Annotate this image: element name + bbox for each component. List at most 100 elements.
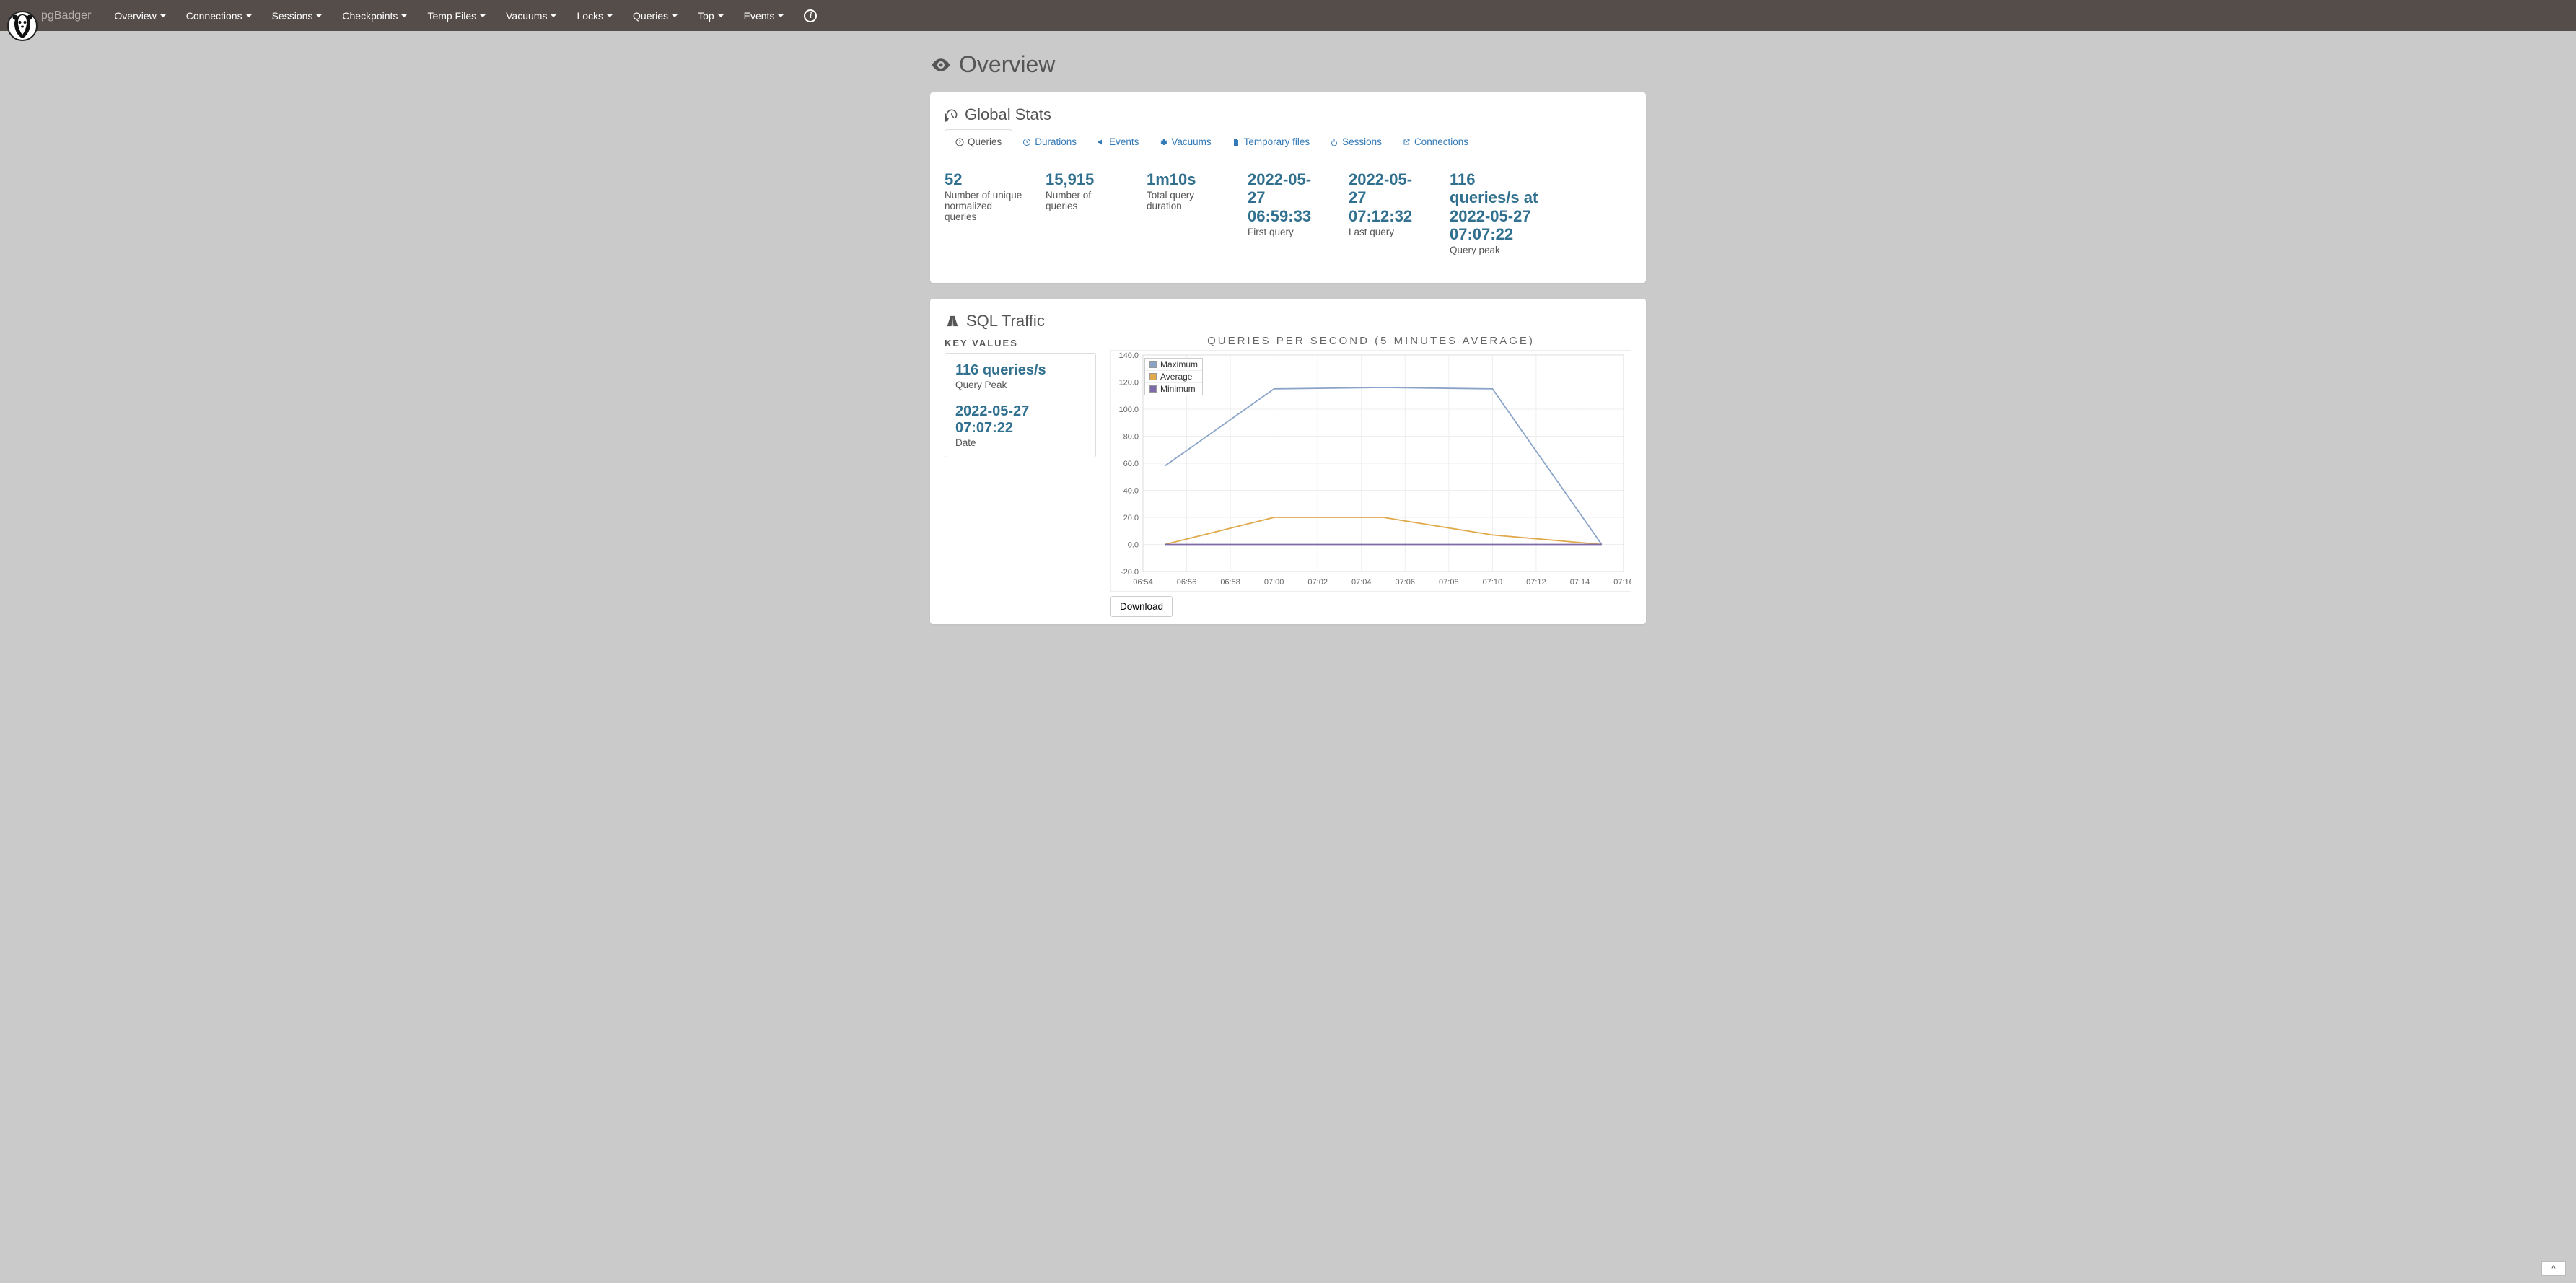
tab-queries[interactable]: ? Queries — [945, 129, 1012, 154]
stat-unique-queries: 52 Number of unique normalized queries — [945, 170, 1046, 255]
question-icon: ? — [955, 138, 964, 146]
kv-peak-value: 116 queries/s — [955, 362, 1085, 379]
stat-value: 2022-05-27 07:12:32 — [1349, 170, 1428, 225]
nav-locks[interactable]: Locks — [566, 0, 623, 31]
nav-overview[interactable]: Overview — [104, 0, 175, 31]
stat-value: 116 queries/s at 2022-05-27 07:07:22 — [1450, 170, 1543, 243]
svg-text:20.0: 20.0 — [1123, 514, 1139, 522]
tab-label: Sessions — [1342, 136, 1382, 147]
tab-label: Durations — [1035, 136, 1077, 147]
svg-text:07:08: 07:08 — [1439, 578, 1459, 587]
key-values-box: 116 queries/s Query Peak 2022-05-27 07:0… — [945, 353, 1096, 457]
page-title-text: Overview — [959, 51, 1055, 78]
page-title: Overview — [930, 51, 1646, 78]
caret-icon — [316, 14, 322, 17]
svg-text:?: ? — [958, 140, 961, 145]
svg-text:0.0: 0.0 — [1128, 541, 1139, 550]
caret-icon — [778, 14, 784, 17]
brand[interactable]: pgBadger — [11, 9, 91, 22]
nav-label: Checkpoints — [342, 10, 398, 22]
svg-text:07:14: 07:14 — [1570, 578, 1590, 587]
legend-minimum[interactable]: Minimum — [1145, 383, 1202, 395]
tab-durations[interactable]: Durations — [1012, 129, 1087, 154]
stat-value: 1m10s — [1147, 170, 1226, 188]
svg-text:60.0: 60.0 — [1123, 460, 1139, 468]
stat-first-query: 2022-05-27 06:59:33 First query — [1248, 170, 1349, 255]
caret-icon — [672, 14, 678, 17]
legend-average[interactable]: Average — [1145, 371, 1202, 383]
stat-label: Query peak — [1450, 245, 1543, 255]
sql-traffic-panel: SQL Traffic KEY VALUES 116 queries/s Que… — [930, 299, 1646, 624]
nav-top[interactable]: Top — [688, 0, 734, 31]
sql-traffic-title: SQL Traffic — [945, 312, 1631, 330]
tab-events[interactable]: Events — [1087, 129, 1149, 154]
nav-label: Temp Files — [427, 10, 476, 22]
gear-icon — [1159, 138, 1167, 146]
stat-label: First query — [1248, 227, 1327, 237]
road-icon — [945, 314, 960, 328]
nav-sessions[interactable]: Sessions — [262, 0, 333, 31]
kv-date-label: Date — [955, 437, 1085, 448]
caret-icon — [551, 14, 556, 17]
caret-icon — [160, 14, 166, 17]
caret-icon — [401, 14, 407, 17]
power-icon — [1330, 138, 1339, 146]
nav-label: Vacuums — [506, 10, 547, 22]
stat-label: Number of unique normalized queries — [945, 190, 1024, 222]
legend-swatch-icon — [1149, 373, 1157, 380]
stat-num-queries: 15,915 Number of queries — [1046, 170, 1147, 255]
back-to-top-button[interactable]: ^ — [2541, 1261, 2566, 1276]
svg-text:06:56: 06:56 — [1177, 578, 1197, 587]
tab-label: Queries — [968, 136, 1002, 147]
tab-sessions[interactable]: Sessions — [1320, 129, 1392, 154]
stat-value: 52 — [945, 170, 1024, 188]
tab-connections[interactable]: Connections — [1392, 129, 1478, 154]
kv-date-value: 2022-05-27 07:07:22 — [955, 403, 1085, 437]
tab-tempfiles[interactable]: Temporary files — [1222, 129, 1320, 154]
download-button[interactable]: Download — [1110, 596, 1173, 617]
caret-icon — [246, 14, 252, 17]
legend-maximum[interactable]: Maximum — [1145, 359, 1202, 371]
legend-swatch-icon — [1149, 361, 1157, 368]
stats-row: 52 Number of unique normalized queries 1… — [945, 154, 1631, 263]
nav-items: Overview Connections Sessions Checkpoint… — [104, 0, 827, 31]
page-container: Overview Global Stats ? Queries Duration… — [930, 31, 1646, 624]
svg-text:100.0: 100.0 — [1118, 406, 1139, 414]
caret-icon — [607, 14, 613, 17]
nav-label: Overview — [114, 10, 156, 22]
panel-title-text: Global Stats — [965, 105, 1051, 124]
nav-vacuums[interactable]: Vacuums — [496, 0, 566, 31]
nav-label: Queries — [633, 10, 668, 22]
svg-text:80.0: 80.0 — [1123, 433, 1139, 442]
stat-total-duration: 1m10s Total query duration — [1147, 170, 1248, 255]
file-icon — [1232, 138, 1240, 146]
stat-value: 2022-05-27 06:59:33 — [1248, 170, 1327, 225]
eye-icon — [930, 54, 952, 76]
chart-column: QUERIES PER SECOND (5 MINUTES AVERAGE) 0… — [1110, 335, 1631, 617]
svg-text:06:58: 06:58 — [1220, 578, 1240, 587]
nav-queries[interactable]: Queries — [623, 0, 688, 31]
tab-label: Events — [1109, 136, 1139, 147]
nav-tempfiles[interactable]: Temp Files — [417, 0, 496, 31]
link-icon — [1402, 138, 1411, 146]
nav-label: Connections — [186, 10, 242, 22]
nav-about[interactable]: i — [794, 0, 827, 31]
svg-text:07:06: 07:06 — [1396, 578, 1416, 587]
top-navbar: pgBadger Overview Connections Sessions C… — [0, 0, 2576, 31]
stat-value: 15,915 — [1046, 170, 1125, 188]
panel-title-text: SQL Traffic — [966, 312, 1045, 330]
nav-label: Sessions — [272, 10, 313, 22]
tab-vacuums[interactable]: Vacuums — [1149, 129, 1221, 154]
clock-icon — [1022, 138, 1031, 146]
stat-label: Number of queries — [1046, 190, 1125, 211]
global-stats-panel: Global Stats ? Queries Durations Events … — [930, 92, 1646, 283]
nav-connections[interactable]: Connections — [176, 0, 262, 31]
svg-text:140.0: 140.0 — [1118, 351, 1139, 360]
svg-text:07:10: 07:10 — [1483, 578, 1503, 587]
tab-label: Temporary files — [1244, 136, 1310, 147]
brand-text: pgBadger — [41, 9, 91, 22]
nav-checkpoints[interactable]: Checkpoints — [332, 0, 417, 31]
kv-peak-label: Query Peak — [955, 380, 1085, 390]
svg-text:07:00: 07:00 — [1264, 578, 1284, 587]
nav-events[interactable]: Events — [734, 0, 794, 31]
